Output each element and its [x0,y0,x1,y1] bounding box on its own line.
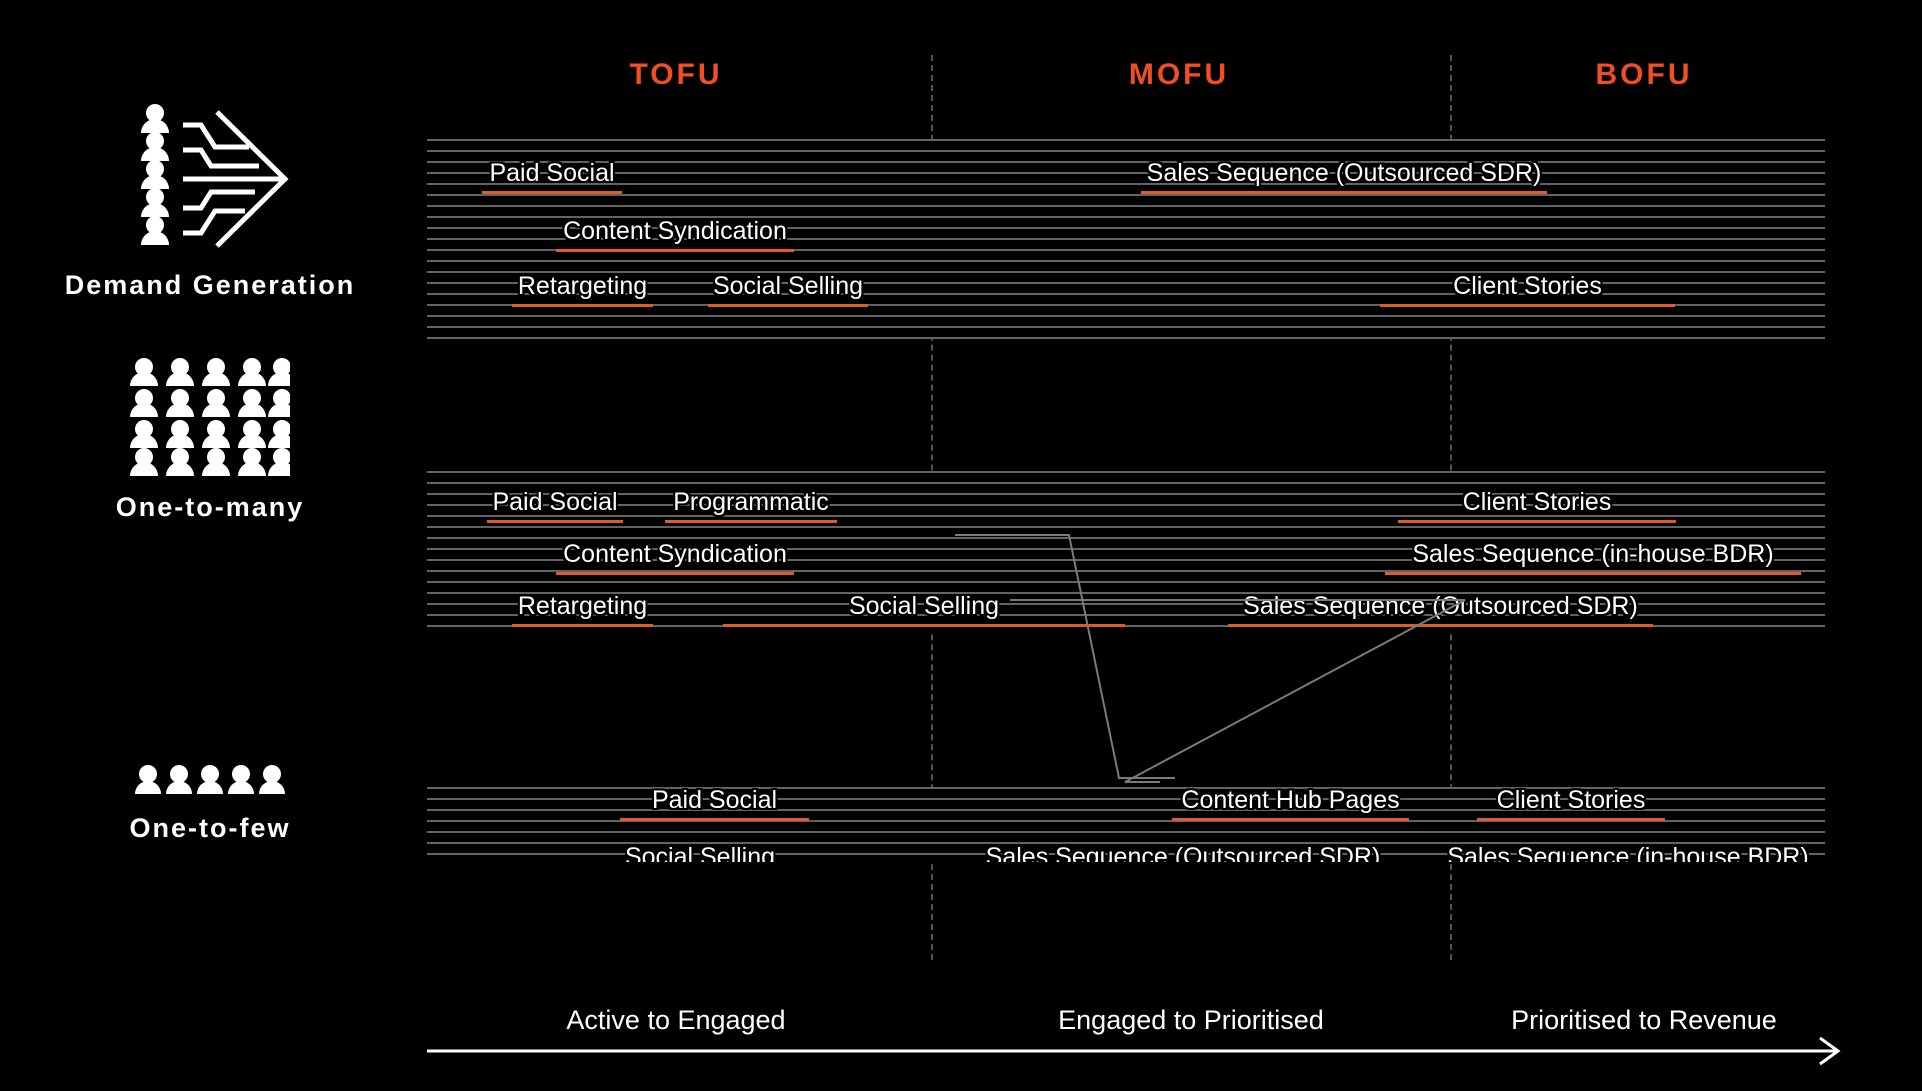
tactic-chip[interactable]: Social Selling [723,592,1125,627]
tactic-underline [1477,818,1665,821]
tactic-label-sales-sequence-outsourced-sdr: Sales Sequence (Outsourced SDR) [1243,592,1638,620]
tactic-chip[interactable]: Paid Social [482,159,622,194]
tactic-label-client-stories: Client Stories [1453,272,1602,300]
tactic-label-paid-social: Paid Social [651,787,778,814]
column-header-bofu: BOFU [1595,58,1693,91]
tactic-underline [723,624,1125,627]
column-header-mofu: MOFU [1128,58,1230,91]
tactic-label-programmatic: Programmatic [673,488,829,516]
tactic-label-sales-sequence-in-house-bdr: Sales Sequence (in-house BDR) [1412,540,1774,568]
tactic-chip[interactable]: Client Stories [1380,272,1675,307]
people-grid-icon [130,358,290,476]
tactic-underline [556,249,794,252]
tactic-label-social-selling: Social Selling [712,272,864,300]
tactic-chip[interactable]: Sales Sequence (Outsourced SDR) [1228,592,1653,627]
tactic-underline [487,520,623,523]
tactic-label-sales-sequence-outsourced-sdr: Sales Sequence (Outsourced SDR) [985,843,1381,863]
footer-stage-prioritised-to-revenue: Prioritised to Revenue [1511,1005,1777,1035]
tactic-underline [620,818,809,821]
tactic-label-social-selling: Social Selling [848,592,1000,620]
tactic-label-content-syndication: Content Syndication [563,540,787,568]
row-rail-one-to-many: One-to-many [0,358,420,523]
people-funnel-arrow-icon [141,104,289,248]
tactic-label-content-hub-pages: Content Hub Pages [1181,787,1400,814]
tactic-chip[interactable]: Client Stories [1398,488,1676,523]
tactic-underline [1398,520,1676,523]
tactic-label-content-syndication: Content Syndication [563,217,787,245]
tactic-chip[interactable]: Paid Social [620,787,809,821]
tactic-chip[interactable]: Content Syndication [556,217,794,252]
tactic-underline [512,304,653,307]
tactic-chip[interactable]: Programmatic [665,488,837,523]
row-label-demand-generation: Demand Generation [64,270,356,300]
tactic-underline [556,572,794,575]
tactic-label-client-stories: Client Stories [1496,787,1646,814]
row-label-one-to-few: One-to-few [129,813,291,843]
row-rail-demand-generation: Demand Generation [0,104,420,301]
tactic-chip[interactable]: Social Selling [457,843,943,863]
tactic-chip[interactable]: Sales Sequence (in-house BDR) [1430,843,1825,863]
footer-stage-engaged-to-prioritised: Engaged to Prioritised [1058,1005,1324,1035]
tactic-label-retargeting: Retargeting [517,272,648,300]
tactic-chip[interactable]: Retargeting [512,592,653,627]
tactic-label-paid-social: Paid Social [489,159,615,187]
tactic-underline [1172,818,1409,821]
progression-arrow-head [1819,1036,1841,1066]
band-one-to-many: Paid Social Programmatic Client Stories Con… [427,471,1825,631]
tactic-underline [512,624,653,627]
tactic-label-paid-social: Paid Social [492,488,618,516]
tactic-underline [665,520,837,523]
tactic-underline [1380,304,1675,307]
tactic-chip[interactable]: Sales Sequence (Outsourced SDR) [1141,159,1547,194]
row-rail-one-to-few: One-to-few [0,765,420,844]
band-demand-generation: Paid Social Sales Sequence (Outsourced SD… [427,139,1825,339]
band-one-to-few: Paid Social Content Hub Pages Client Stori… [427,787,1825,862]
tactic-chip[interactable]: Content Syndication [556,540,794,575]
tactic-label-sales-sequence-in-house-bdr: Sales Sequence (in-house BDR) [1447,843,1809,863]
tactic-chip[interactable]: Sales Sequence (in-house BDR) [1385,540,1801,575]
tactic-underline [1228,624,1653,627]
tactic-underline [708,304,868,307]
demand-funnel-diagram: TOFU MOFU BOFU Demand Generation Paid So… [0,0,1922,1091]
tactic-underline [1385,572,1801,575]
tactic-chip[interactable]: Retargeting [512,272,653,307]
tactic-underline [1141,191,1547,194]
tactic-chip[interactable]: Paid Social [487,488,623,523]
tactic-chip[interactable]: Content Hub Pages [1172,787,1409,821]
row-label-one-to-many: One-to-many [115,492,305,522]
tactic-chip[interactable]: Social Selling [708,272,868,307]
column-header-tofu: TOFU [629,58,723,91]
footer-stage-active-to-engaged: Active to Engaged [566,1005,786,1035]
tactic-label-social-selling: Social Selling [624,843,776,863]
people-row-icon [135,765,285,794]
tactic-underline [482,191,622,194]
tactic-label-retargeting: Retargeting [517,592,648,620]
tactic-chip[interactable]: Sales Sequence (Outsourced SDR) [975,843,1391,863]
tactic-label-sales-sequence-outsourced-sdr: Sales Sequence (Outsourced SDR) [1146,159,1542,187]
tactic-label-client-stories: Client Stories [1462,488,1612,516]
tactic-chip[interactable]: Client Stories [1477,787,1665,821]
